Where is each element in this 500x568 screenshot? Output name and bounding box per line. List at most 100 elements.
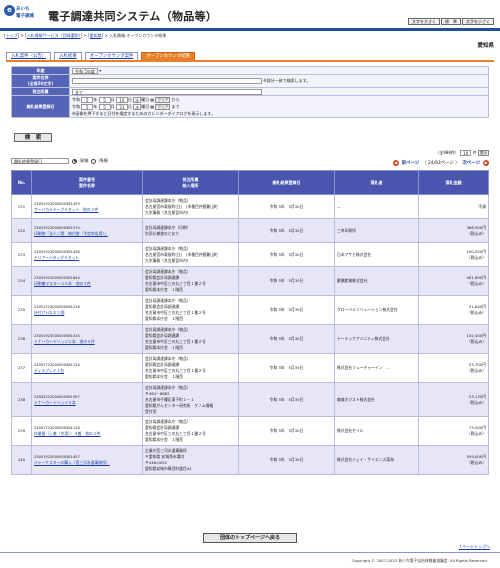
date-to-suffix: まで bbox=[171, 103, 180, 109]
row-dept: 会計局調達課本庁（物品） 愛知県会計局調達課 名古屋市中区三の丸三丁目１番２号 愛知県… bbox=[142, 353, 239, 383]
sort-select[interactable]: 開札結果登録日 bbox=[11, 158, 69, 164]
row-case-name-link[interactable]: トナーカートリッジ３本 bbox=[34, 400, 140, 406]
row-case-name-link[interactable]: トナーカートリッジ２本 他の４件 bbox=[34, 339, 140, 345]
date-to-month-input[interactable]: 5 bbox=[98, 103, 111, 110]
text-normal-button[interactable]: 標 準 bbox=[441, 18, 461, 25]
row-date: 令和 5年 5月30日 bbox=[238, 295, 335, 325]
breadcrumb-top-link[interactable]: トップ bbox=[6, 33, 18, 38]
row-case-name-link[interactable]: トリアージタッグ５セット bbox=[34, 255, 140, 261]
row-amount: 368,500円 （税込み） bbox=[418, 218, 489, 243]
search-button[interactable]: 検 索 bbox=[14, 133, 52, 142]
date-from-weekday: 水 bbox=[133, 96, 142, 103]
row-case-name-link[interactable]: 外付けＨＤＤ２個 bbox=[34, 310, 140, 316]
date-from-year-input[interactable]: 5 bbox=[81, 96, 94, 103]
row-winner: 日本アサヒ株式会社 bbox=[334, 242, 419, 267]
row-amount-tax: （税込み） bbox=[467, 230, 486, 236]
date-to-year-input[interactable]: 5 bbox=[81, 103, 94, 110]
row-no: 239 bbox=[11, 416, 32, 446]
logo-mark-icon: e bbox=[4, 5, 15, 16]
sort-asc-radio[interactable] bbox=[72, 158, 77, 164]
table-row: 240 23051923000000581457 ジャーケスターの購入（西三河水道事… bbox=[11, 445, 489, 475]
text-size-controls: 文字を大きく 標 準 文字を小さく bbox=[408, 18, 494, 25]
row-amount: 461,890円 （税込み） bbox=[418, 266, 489, 296]
row-no: 233 bbox=[11, 242, 32, 267]
row-case-name-link[interactable]: 印刷機マスター３０本 他の２件 bbox=[34, 281, 140, 287]
row-amount-tax: （税込み） bbox=[467, 460, 486, 465]
name-hint: ※部分一致で検索します。 bbox=[263, 78, 311, 83]
row-dept: 企業庁西三河水道事務所 〒愛知県 安城浄水場内 〒446-0052 愛知県安城市篠目町… bbox=[142, 445, 239, 475]
row-amount-value: 31,840円 bbox=[468, 304, 486, 309]
tab-bid-results[interactable]: 入札結果 bbox=[54, 52, 82, 60]
date-label: 開札結果登録日 bbox=[11, 95, 70, 118]
row-date: 令和 5年 5月30日 bbox=[238, 266, 335, 296]
row-amount-value: 73,000円 bbox=[468, 425, 486, 430]
row-date: 令和 5年 5月30日 bbox=[238, 353, 335, 383]
row-case-name-link[interactable]: 印刷物「法人二税 納付書（予定申告用）」 bbox=[34, 231, 140, 237]
date-to-day-input[interactable]: 31 bbox=[115, 103, 128, 110]
row-dept-line: 愛知県本庁舎 １階西 bbox=[145, 345, 183, 350]
tab-open-counter-results[interactable]: オープンカウンタ結果 bbox=[141, 52, 196, 60]
breadcrumb-separator: > bbox=[19, 33, 26, 38]
list-summary: （全988件） 10 件 表示 bbox=[435, 150, 489, 156]
back-to-top-page-button[interactable]: 団体のトップページへ戻る bbox=[203, 533, 297, 543]
date-to-row: 令和 5年 5月 31 日 水曜日 ▦ クリア まで bbox=[72, 103, 486, 110]
next-page-link[interactable]: 次ページ bbox=[463, 160, 480, 166]
prev-arrow-icon[interactable]: ◀ bbox=[392, 160, 399, 166]
row-dept-line: 受付窓 bbox=[145, 408, 157, 414]
case-name-input[interactable] bbox=[72, 78, 262, 84]
row-case-name-link[interactable]: ジャーケスターの購入（西三河水道事務所） bbox=[34, 460, 140, 466]
table-row: 234 23051923000000581644 印刷機マスター３０本 他の２件 会計… bbox=[11, 266, 489, 296]
year-unit: 年 bbox=[93, 96, 98, 102]
row-amount-value: 461,890円 bbox=[466, 275, 487, 280]
text-larger-button[interactable]: 文字を大きく bbox=[408, 18, 440, 25]
weekday-unit: 曜日 bbox=[141, 96, 150, 102]
table-row: 238 23052223000000581907 トナーカートリッジ３本 会計局調達課… bbox=[11, 382, 489, 417]
app-title: 電子調達共同システム（物品等） bbox=[48, 10, 218, 23]
row-case-name-link[interactable]: 作業服（上着（冬用））４着 他の３件 bbox=[34, 431, 140, 437]
tab-open-counter-cases[interactable]: オープンカウンタ案件 bbox=[84, 52, 139, 60]
row-amount-tax: （税込み） bbox=[467, 254, 486, 260]
next-arrow-icon[interactable]: ▶ bbox=[483, 160, 489, 166]
row-dept-line: 大学事務（名古屋宮市内） bbox=[145, 257, 191, 263]
date-from-clear-button[interactable]: クリア bbox=[155, 96, 171, 103]
row-dept: 会計局調達課本庁（物品） 愛知県会計局調達課 名古屋市中区三の丸三丁目１番２号 愛知県… bbox=[142, 295, 239, 325]
header-rule bbox=[0, 28, 500, 31]
row-winner: 三幸印刷所 bbox=[334, 218, 419, 243]
dept-select[interactable]: 全て bbox=[72, 88, 262, 95]
per-page-select[interactable]: 10 bbox=[460, 150, 472, 156]
breadcrumb-service-link[interactable]: 入札情報サービス（団体選択） bbox=[27, 33, 81, 38]
tab-bid-cases[interactable]: 入札案件（公告） bbox=[6, 52, 52, 60]
date-to-weekday: 水 bbox=[133, 103, 142, 110]
date-from-row: 令和 5年 5月 10 日 水曜日 ▦ クリア から bbox=[72, 96, 486, 103]
text-smaller-button[interactable]: 文字を小さく bbox=[462, 18, 494, 25]
date-cell: 令和 5年 5月 10 日 水曜日 ▦ クリア から 令和 5年 5月 31 日 水… bbox=[69, 95, 489, 118]
page-indicator: （ 24/93ページ ） bbox=[422, 161, 460, 166]
sort-desc-radio[interactable] bbox=[91, 158, 97, 164]
year-select[interactable]: 令和 5年度 bbox=[72, 67, 98, 74]
table-row: 239 23051723000000581128 作業服（上着（冬用））４着 他の３… bbox=[11, 416, 489, 446]
row-amount: 73,000円 （税込み） bbox=[418, 416, 489, 446]
row-dept-line: 愛知県本庁舎 １階西 bbox=[145, 316, 183, 321]
year-label: 年度 bbox=[11, 66, 70, 75]
prev-page-link[interactable]: 前ページ bbox=[402, 160, 419, 166]
row-case: 23052223000000581907 トナーカートリッジ３本 bbox=[31, 382, 143, 417]
date-from-day-input[interactable]: 10 bbox=[115, 96, 128, 103]
row-amount-value: 190,500円 bbox=[466, 248, 487, 254]
table-row: 232 23051923000000581574 印刷物「法人二税 納付書（予定申告… bbox=[11, 218, 489, 243]
row-no: 236 bbox=[11, 324, 32, 354]
date-from-month-input[interactable]: 5 bbox=[98, 96, 111, 103]
table-row: 235 23051723000000581226 外付けＨＤＤ２個 会計局調達課本庁（… bbox=[11, 295, 489, 325]
date-to-clear-button[interactable]: クリア bbox=[155, 103, 171, 110]
row-dept-line: 愛知県本庁舎 １階西 bbox=[145, 437, 183, 442]
row-case-name-link[interactable]: ディスプレイ３台 bbox=[34, 368, 140, 374]
calendar-icon[interactable]: ▦ bbox=[150, 104, 154, 109]
breadcrumb-pref-link[interactable]: 愛知県 bbox=[90, 33, 102, 38]
show-button[interactable]: 表示 bbox=[477, 150, 489, 156]
row-amount: 53,700円 （税込み） bbox=[418, 353, 489, 383]
row-case-name-link[interactable]: サージカルテープ３セット 他の３件 bbox=[34, 207, 140, 213]
site-logo[interactable]: e あいち 電子調達 bbox=[4, 5, 44, 25]
page-top-link[interactable]: ↑ページトップへ bbox=[459, 544, 490, 550]
calendar-icon[interactable]: ▦ bbox=[150, 97, 154, 102]
row-amount-value: 509,000円 bbox=[466, 454, 487, 459]
header-winner: 落札者 bbox=[334, 170, 419, 195]
